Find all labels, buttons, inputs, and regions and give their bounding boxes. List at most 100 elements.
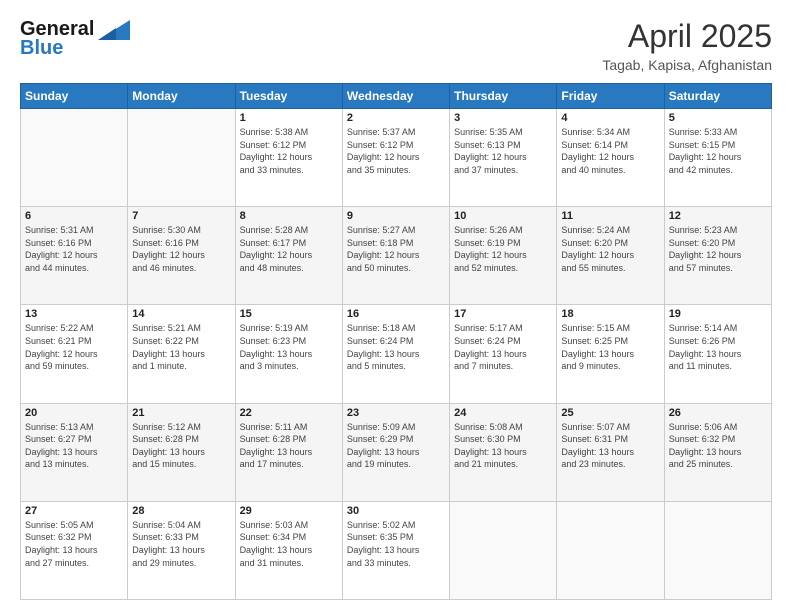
calendar-cell: 21Sunrise: 5:12 AM Sunset: 6:28 PM Dayli… xyxy=(128,403,235,501)
page: General Blue April 2025 Tagab, Kapisa, A… xyxy=(0,0,792,612)
header: General Blue April 2025 Tagab, Kapisa, A… xyxy=(20,18,772,73)
day-info: Sunrise: 5:03 AM Sunset: 6:34 PM Dayligh… xyxy=(240,519,338,569)
calendar-cell: 11 Sunrise: 5:24 AM Sunset: 6:20 PM Dayli… xyxy=(557,207,664,305)
day-number: 7 xyxy=(132,210,230,222)
calendar-cell: 1 Sunrise: 5:38 AM Sunset: 6:12 PM Daylig… xyxy=(235,109,342,207)
day-number: 2 xyxy=(347,112,445,124)
calendar-cell: 4 Sunrise: 5:34 AM Sunset: 6:14 PM Daylig… xyxy=(557,109,664,207)
calendar-cell: 22 Sunrise: 5:11 AM Sunset: 6:28 PM Dayli… xyxy=(235,403,342,501)
calendar-cell: 18 Sunrise: 5:15 AM Sunset: 6:25 PM Dayli… xyxy=(557,305,664,403)
day-number: 8 xyxy=(240,210,338,222)
day-number: 9 xyxy=(347,210,445,222)
day-number: 14 xyxy=(132,308,230,320)
day-header-wednesday: Wednesday xyxy=(342,84,449,109)
day-info: Sunrise: 5:08 AM Sunset: 6:30 PM Dayligh… xyxy=(454,421,552,471)
day-header-thursday: Thursday xyxy=(450,84,557,109)
day-header-monday: Monday xyxy=(128,84,235,109)
day-number: 27 xyxy=(25,505,123,517)
calendar-cell: 26Sunrise: 5:06 AM Sunset: 6:32 PM Dayli… xyxy=(664,403,771,501)
day-info: Sunrise: 5:14 AM Sunset: 6:26 PM Dayligh… xyxy=(669,322,767,372)
day-number: 1 xyxy=(240,112,338,124)
day-number: 10 xyxy=(454,210,552,222)
day-number: 13 xyxy=(25,308,123,320)
day-info: Sunrise: 5:31 AM Sunset: 6:16 PM Dayligh… xyxy=(25,224,123,274)
day-info: Sunrise: 5:13 AM Sunset: 6:27 PM Dayligh… xyxy=(25,421,123,471)
calendar-cell: 15 Sunrise: 5:19 AM Sunset: 6:23 PM Dayli… xyxy=(235,305,342,403)
day-info: Sunrise: 5:07 AM Sunset: 6:31 PM Dayligh… xyxy=(561,421,659,471)
calendar-table: SundayMondayTuesdayWednesdayThursdayFrid… xyxy=(20,83,772,600)
calendar-cell xyxy=(21,109,128,207)
day-number: 3 xyxy=(454,112,552,124)
day-info: Sunrise: 5:09 AM Sunset: 6:29 PM Dayligh… xyxy=(347,421,445,471)
day-info: Sunrise: 5:21 AM Sunset: 6:22 PM Dayligh… xyxy=(132,322,230,372)
calendar-cell: 23 Sunrise: 5:09 AM Sunset: 6:29 PM Dayli… xyxy=(342,403,449,501)
calendar-cell xyxy=(557,501,664,599)
header-right: April 2025 Tagab, Kapisa, Afghanistan xyxy=(602,18,772,73)
day-info: Sunrise: 5:34 AM Sunset: 6:14 PM Dayligh… xyxy=(561,126,659,176)
calendar-cell: 8 Sunrise: 5:28 AM Sunset: 6:17 PM Daylig… xyxy=(235,207,342,305)
calendar-cell: 29 Sunrise: 5:03 AM Sunset: 6:34 PM Dayli… xyxy=(235,501,342,599)
location: Tagab, Kapisa, Afghanistan xyxy=(602,57,772,73)
calendar-cell: 9 Sunrise: 5:27 AM Sunset: 6:18 PM Daylig… xyxy=(342,207,449,305)
day-number: 6 xyxy=(25,210,123,222)
day-number: 12 xyxy=(669,210,767,222)
day-number: 17 xyxy=(454,308,552,320)
calendar-cell: 13Sunrise: 5:22 AM Sunset: 6:21 PM Dayli… xyxy=(21,305,128,403)
day-number: 26 xyxy=(669,407,767,419)
calendar-cell: 5Sunrise: 5:33 AM Sunset: 6:15 PM Daylig… xyxy=(664,109,771,207)
day-info: Sunrise: 5:27 AM Sunset: 6:18 PM Dayligh… xyxy=(347,224,445,274)
day-info: Sunrise: 5:37 AM Sunset: 6:12 PM Dayligh… xyxy=(347,126,445,176)
calendar-cell: 25 Sunrise: 5:07 AM Sunset: 6:31 PM Dayli… xyxy=(557,403,664,501)
day-number: 28 xyxy=(132,505,230,517)
calendar-week-row: 27 Sunrise: 5:05 AM Sunset: 6:32 PM Dayli… xyxy=(21,501,772,599)
day-info: Sunrise: 5:18 AM Sunset: 6:24 PM Dayligh… xyxy=(347,322,445,372)
day-info: Sunrise: 5:28 AM Sunset: 6:17 PM Dayligh… xyxy=(240,224,338,274)
day-info: Sunrise: 5:05 AM Sunset: 6:32 PM Dayligh… xyxy=(25,519,123,569)
day-number: 20 xyxy=(25,407,123,419)
day-info: Sunrise: 5:23 AM Sunset: 6:20 PM Dayligh… xyxy=(669,224,767,274)
day-number: 23 xyxy=(347,407,445,419)
day-number: 25 xyxy=(561,407,659,419)
day-info: Sunrise: 5:11 AM Sunset: 6:28 PM Dayligh… xyxy=(240,421,338,471)
calendar-cell: 16Sunrise: 5:18 AM Sunset: 6:24 PM Dayli… xyxy=(342,305,449,403)
calendar-cell: 2 Sunrise: 5:37 AM Sunset: 6:12 PM Daylig… xyxy=(342,109,449,207)
day-number: 18 xyxy=(561,308,659,320)
day-number: 30 xyxy=(347,505,445,517)
logo-blue-text: Blue xyxy=(20,37,63,60)
day-number: 24 xyxy=(454,407,552,419)
calendar-cell: 30 Sunrise: 5:02 AM Sunset: 6:35 PM Dayli… xyxy=(342,501,449,599)
day-info: Sunrise: 5:02 AM Sunset: 6:35 PM Dayligh… xyxy=(347,519,445,569)
calendar-week-row: 13Sunrise: 5:22 AM Sunset: 6:21 PM Dayli… xyxy=(21,305,772,403)
calendar-cell: 28 Sunrise: 5:04 AM Sunset: 6:33 PM Dayli… xyxy=(128,501,235,599)
calendar-cell: 17 Sunrise: 5:17 AM Sunset: 6:24 PM Dayli… xyxy=(450,305,557,403)
calendar-header-row: SundayMondayTuesdayWednesdayThursdayFrid… xyxy=(21,84,772,109)
day-info: Sunrise: 5:04 AM Sunset: 6:33 PM Dayligh… xyxy=(132,519,230,569)
day-number: 29 xyxy=(240,505,338,517)
calendar-cell xyxy=(128,109,235,207)
calendar-week-row: 1 Sunrise: 5:38 AM Sunset: 6:12 PM Daylig… xyxy=(21,109,772,207)
day-header-saturday: Saturday xyxy=(664,84,771,109)
day-info: Sunrise: 5:17 AM Sunset: 6:24 PM Dayligh… xyxy=(454,322,552,372)
calendar-cell: 6 Sunrise: 5:31 AM Sunset: 6:16 PM Daylig… xyxy=(21,207,128,305)
calendar-cell: 7 Sunrise: 5:30 AM Sunset: 6:16 PM Daylig… xyxy=(128,207,235,305)
day-info: Sunrise: 5:26 AM Sunset: 6:19 PM Dayligh… xyxy=(454,224,552,274)
day-number: 11 xyxy=(561,210,659,222)
logo: General Blue xyxy=(20,18,130,60)
calendar-cell xyxy=(664,501,771,599)
calendar-cell: 24 Sunrise: 5:08 AM Sunset: 6:30 PM Dayli… xyxy=(450,403,557,501)
day-info: Sunrise: 5:38 AM Sunset: 6:12 PM Dayligh… xyxy=(240,126,338,176)
day-number: 22 xyxy=(240,407,338,419)
day-info: Sunrise: 5:19 AM Sunset: 6:23 PM Dayligh… xyxy=(240,322,338,372)
day-number: 5 xyxy=(669,112,767,124)
day-number: 15 xyxy=(240,308,338,320)
day-number: 19 xyxy=(669,308,767,320)
day-info: Sunrise: 5:30 AM Sunset: 6:16 PM Dayligh… xyxy=(132,224,230,274)
calendar-cell: 20 Sunrise: 5:13 AM Sunset: 6:27 PM Dayli… xyxy=(21,403,128,501)
day-info: Sunrise: 5:24 AM Sunset: 6:20 PM Dayligh… xyxy=(561,224,659,274)
day-info: Sunrise: 5:15 AM Sunset: 6:25 PM Dayligh… xyxy=(561,322,659,372)
day-info: Sunrise: 5:12 AM Sunset: 6:28 PM Dayligh… xyxy=(132,421,230,471)
calendar-cell: 27 Sunrise: 5:05 AM Sunset: 6:32 PM Dayli… xyxy=(21,501,128,599)
calendar-cell xyxy=(450,501,557,599)
calendar-week-row: 20 Sunrise: 5:13 AM Sunset: 6:27 PM Dayli… xyxy=(21,403,772,501)
day-number: 4 xyxy=(561,112,659,124)
